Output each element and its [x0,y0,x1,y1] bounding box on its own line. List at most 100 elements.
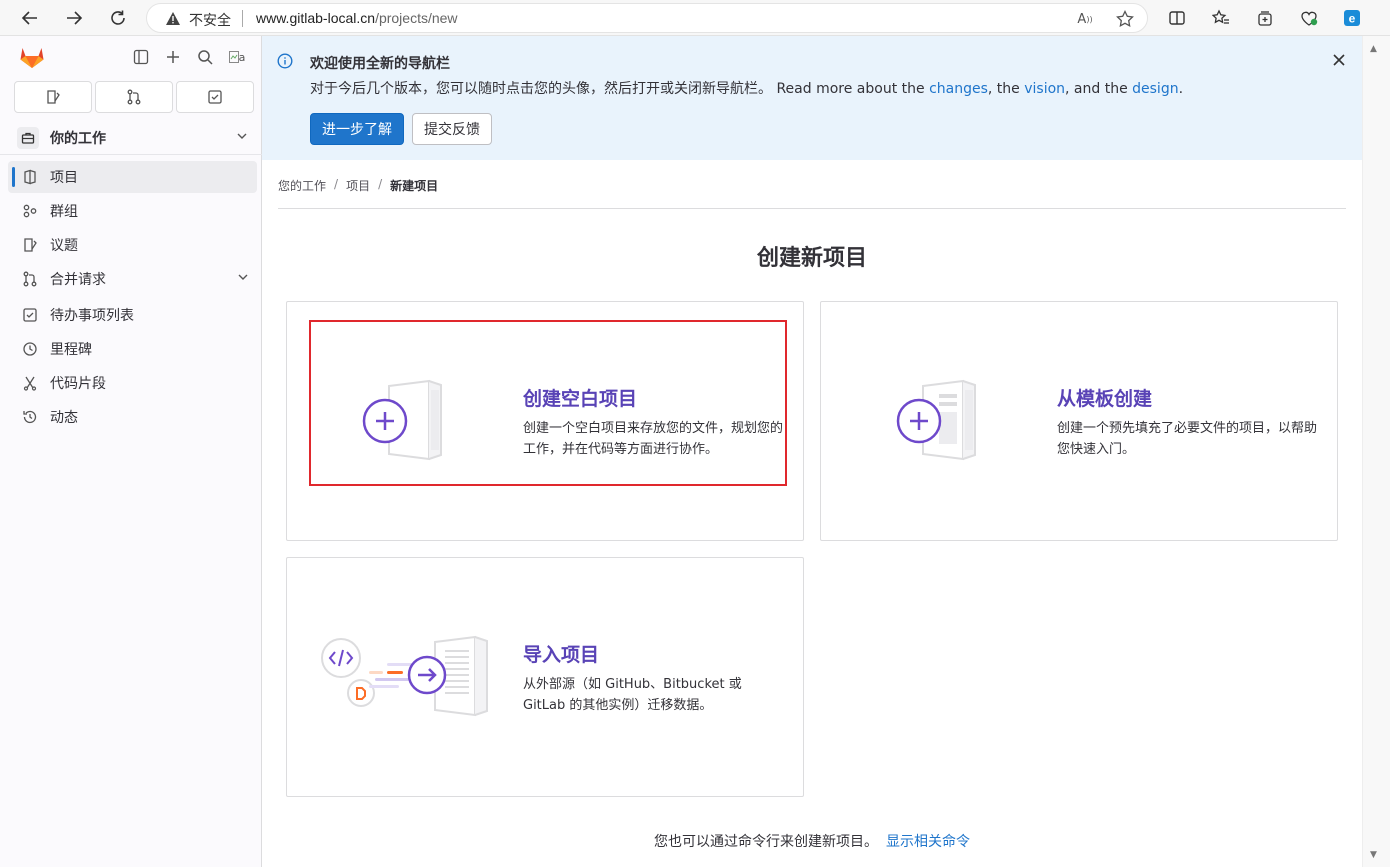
forward-arrow-icon [67,11,83,25]
scroll-down-arrow-icon[interactable]: ▼ [1370,850,1377,860]
url-text[interactable]: www.gitlab-local.cn/projects/new [256,10,458,26]
learn-more-button[interactable]: 进一步了解 [310,113,404,145]
close-icon[interactable] [1332,53,1346,71]
create-from-template-card[interactable]: 从模板创建 创建一个预先填充了必要文件的项目，以帮助您快速入门。 [820,301,1338,541]
favorite-star-icon[interactable] [1115,9,1135,29]
info-icon [277,53,293,73]
link-vision[interactable]: vision [1024,81,1065,97]
svg-text:e: e [1349,12,1356,26]
collections-icon[interactable] [1253,6,1277,30]
sidebar-item-label: 待办事项列表 [50,308,134,324]
command-line-text: 您也可以通过命令行来创建新项目。 [654,834,878,850]
quick-todo-button[interactable] [176,81,254,113]
snippet-icon [21,374,39,392]
breadcrumb-projects[interactable]: 项目 [346,177,370,194]
sidebar-item-label: 代码片段 [50,376,106,392]
milestone-icon [21,340,39,358]
sidebar-divider [0,154,262,155]
main-content: 欢迎使用全新的导航栏 对于今后几个版本，您可以随时点击您的头像，然后打开或关闭新… [262,36,1362,867]
scrollbar[interactable] [1362,36,1390,867]
breadcrumb-separator: / [334,177,339,191]
show-commands-link[interactable]: 显示相关命令 [886,834,970,850]
read-aloud-icon[interactable]: A)) [1075,9,1095,29]
blank-project-illustration [362,379,442,461]
create-blank-project-card[interactable]: 创建空白项目 创建一个空白项目来存放您的文件，规划您的工作，并在代码等方面进行协… [286,301,804,541]
edge-logo-icon[interactable]: e [1340,6,1364,30]
split-screen-icon[interactable] [1165,6,1189,30]
plus-icon[interactable] [162,46,184,68]
sidebar-item-todo[interactable]: 待办事项列表 [8,299,257,331]
sidebar-item-label: 动态 [50,410,78,426]
sidebar-item-issues[interactable]: 议题 [8,229,257,261]
back-button[interactable] [16,4,44,32]
issues-icon [21,236,39,254]
avatar[interactable]: a [226,46,248,68]
collapse-sidebar-icon[interactable] [130,46,152,68]
refresh-icon [111,10,125,25]
security-label[interactable]: 不安全 [189,10,231,30]
banner-text-and: , and the [1065,81,1133,97]
quick-issues-button[interactable] [14,81,92,113]
avatar-alt-text: a [238,50,246,64]
import-illustration [321,635,488,717]
favorites-icon[interactable] [1209,6,1233,30]
sidebar-header: a [0,36,262,78]
card-description: 创建一个预先填充了必要文件的项目，以帮助您快速入门。 [1057,421,1318,457]
sidebar-item-snippets[interactable]: 代码片段 [8,367,257,399]
template-illustration [896,379,976,461]
submit-feedback-button[interactable]: 提交反馈 [412,113,492,145]
address-divider [242,10,243,27]
issues-icon [47,90,60,104]
group-icon [21,202,39,220]
sidebar-item-merge-requests[interactable]: 合并请求 [8,263,257,295]
sidebar-item-label: 项目 [50,170,78,186]
briefcase-icon [17,127,39,149]
card-title: 创建空白项目 [523,388,638,410]
forward-button[interactable] [60,4,88,32]
breadcrumb-your-work[interactable]: 您的工作 [278,177,326,194]
context-label: 你的工作 [50,131,106,147]
history-icon [21,408,39,426]
breadcrumb: 您的工作 / 项目 / 新建项目 [278,177,438,194]
breadcrumb-separator: / [378,177,383,191]
sidebar: a 你的工作 项目 群组 议题 合并请求 待办事项列表 里程碑 代码片段 动态 [0,36,262,867]
url-host: www.gitlab-local.cn [256,10,376,26]
breadcrumb-divider [278,208,1346,209]
chevron-down-icon[interactable] [237,271,249,287]
banner-body: 对于今后几个版本，您可以随时点击您的头像，然后打开或关闭新导航栏。 Read m… [310,78,1183,98]
url-path: /projects/new [375,10,458,26]
command-line-hint: 您也可以通过命令行来创建新项目。 显示相关命令 [262,831,1362,851]
warning-icon[interactable] [165,11,181,30]
link-changes[interactable]: changes [929,81,988,97]
sidebar-item-projects[interactable]: 项目 [8,161,257,193]
browser-essentials-icon[interactable] [1297,6,1321,30]
broken-image-icon [228,51,239,63]
todo-icon [21,306,39,324]
card-title: 导入项目 [523,644,600,666]
sidebar-item-milestones[interactable]: 里程碑 [8,333,257,365]
gitlab-logo-icon[interactable] [19,44,45,70]
breadcrumb-current[interactable]: 新建项目 [390,177,438,194]
sidebar-item-label: 合并请求 [50,272,106,288]
back-arrow-icon [21,11,37,25]
banner-text-end: . [1178,81,1184,97]
search-icon[interactable] [194,46,216,68]
page-title: 创建新项目 [756,246,867,271]
scroll-up-arrow-icon[interactable]: ▲ [1370,44,1377,54]
banner-text-the: , the [987,81,1025,97]
project-icon [21,168,39,186]
sidebar-item-groups[interactable]: 群组 [8,195,257,227]
sidebar-item-label: 里程碑 [50,342,92,358]
browser-toolbar: 不安全 www.gitlab-local.cn/projects/new A))… [0,0,1390,36]
quick-merge-requests-button[interactable] [95,81,173,113]
link-design[interactable]: design [1132,81,1178,97]
refresh-button[interactable] [104,4,132,32]
card-description: 从外部源（如 GitHub、Bitbucket 或 GitLab 的其他实例）迁… [523,677,742,713]
sidebar-item-activity[interactable]: 动态 [8,401,257,433]
address-bar[interactable]: 不安全 www.gitlab-local.cn/projects/new A)) [146,3,1148,33]
import-project-card[interactable]: 导入项目 从外部源（如 GitHub、Bitbucket 或 GitLab 的其… [286,557,804,797]
todo-icon [208,90,222,104]
context-switcher[interactable]: 你的工作 [8,121,256,155]
sidebar-item-label: 议题 [50,238,78,254]
card-description: 创建一个空白项目来存放您的文件，规划您的工作，并在代码等方面进行协作。 [523,421,784,457]
